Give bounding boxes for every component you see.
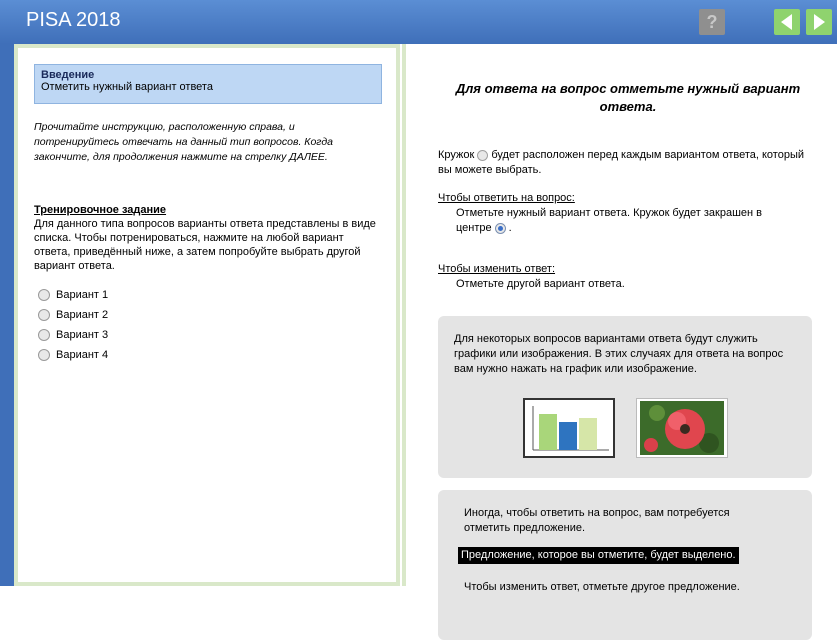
radio-icon[interactable] bbox=[38, 349, 50, 362]
instruction-text: Прочитайте инструкцию, расположенную спр… bbox=[34, 121, 334, 163]
back-button[interactable] bbox=[774, 9, 800, 35]
option-label: Вариант 3 bbox=[56, 329, 109, 341]
radio-empty-icon bbox=[477, 149, 489, 161]
next-button[interactable] bbox=[806, 9, 832, 35]
top-bar: PISA 2018 ? bbox=[0, 0, 837, 44]
change-sentence-text: Чтобы изменить ответ, отметьте другое пр… bbox=[464, 581, 740, 593]
flower-photo-icon bbox=[640, 401, 724, 455]
intro-title: Введение bbox=[41, 69, 95, 81]
intro-subtitle: Отметить нужный вариант ответа bbox=[41, 81, 213, 93]
radio-icon[interactable] bbox=[38, 309, 50, 322]
change-heading: Чтобы изменить ответ: bbox=[438, 263, 556, 275]
left-panel: Введение Отметить нужный вариант ответа … bbox=[14, 44, 400, 586]
circle-text: Кружок будет расположен перед каждым вари… bbox=[438, 148, 818, 178]
headline: Для ответа на вопрос отметьте нужный вар… bbox=[455, 81, 801, 114]
right-panel: Для ответа на вопрос отметьте нужный вар… bbox=[402, 44, 837, 640]
circle-pre: Кружок bbox=[438, 149, 475, 161]
radio-selected-icon bbox=[494, 222, 506, 234]
training-title: Тренировочное задание bbox=[34, 204, 167, 216]
training-text: Для данного типа вопросов варианты ответ… bbox=[34, 218, 376, 272]
flower-image[interactable] bbox=[636, 398, 728, 458]
intro-box: Введение Отметить нужный вариант ответа bbox=[34, 64, 382, 104]
option-1[interactable]: Вариант 1 bbox=[38, 287, 108, 303]
option-2[interactable]: Вариант 2 bbox=[38, 307, 108, 323]
sentence-text: Иногда, чтобы ответить на вопрос, вам по… bbox=[464, 507, 730, 534]
help-icon: ? bbox=[706, 12, 718, 32]
highlighted-sentence[interactable]: Предложение, которое вы отметите, будет … bbox=[458, 547, 739, 564]
window-edge bbox=[0, 44, 14, 586]
arrow-left-icon bbox=[781, 14, 792, 30]
option-label: Вариант 4 bbox=[56, 349, 109, 361]
change-text: Отметьте другой вариант ответа. bbox=[456, 278, 625, 290]
images-text: Для некоторых вопросов вариантами ответа… bbox=[454, 333, 784, 375]
bar-chart-icon bbox=[532, 406, 609, 451]
sentence-info-box: Иногда, чтобы ответить на вопрос, вам по… bbox=[438, 490, 812, 640]
answer-text: Отметьте нужный вариант ответа. Кружок б… bbox=[456, 206, 786, 236]
radio-icon[interactable] bbox=[38, 289, 50, 302]
radio-icon[interactable] bbox=[38, 329, 50, 342]
chart-image[interactable] bbox=[523, 398, 615, 458]
arrow-right-icon bbox=[814, 14, 825, 30]
option-label: Вариант 1 bbox=[56, 289, 109, 301]
option-label: Вариант 2 bbox=[56, 309, 109, 321]
option-3[interactable]: Вариант 3 bbox=[38, 327, 108, 343]
answer-heading: Чтобы ответить на вопрос: bbox=[438, 192, 575, 204]
app-title: PISA 2018 bbox=[26, 9, 121, 31]
highlight-label: Предложение, которое вы отметите, будет … bbox=[458, 547, 739, 564]
help-button[interactable]: ? bbox=[699, 9, 725, 35]
circle-post: будет расположен перед каждым вариантом … bbox=[438, 149, 805, 176]
images-info-box: Для некоторых вопросов вариантами ответа… bbox=[438, 316, 812, 478]
option-4[interactable]: Вариант 4 bbox=[38, 347, 108, 363]
answer-tail: . bbox=[508, 222, 512, 234]
